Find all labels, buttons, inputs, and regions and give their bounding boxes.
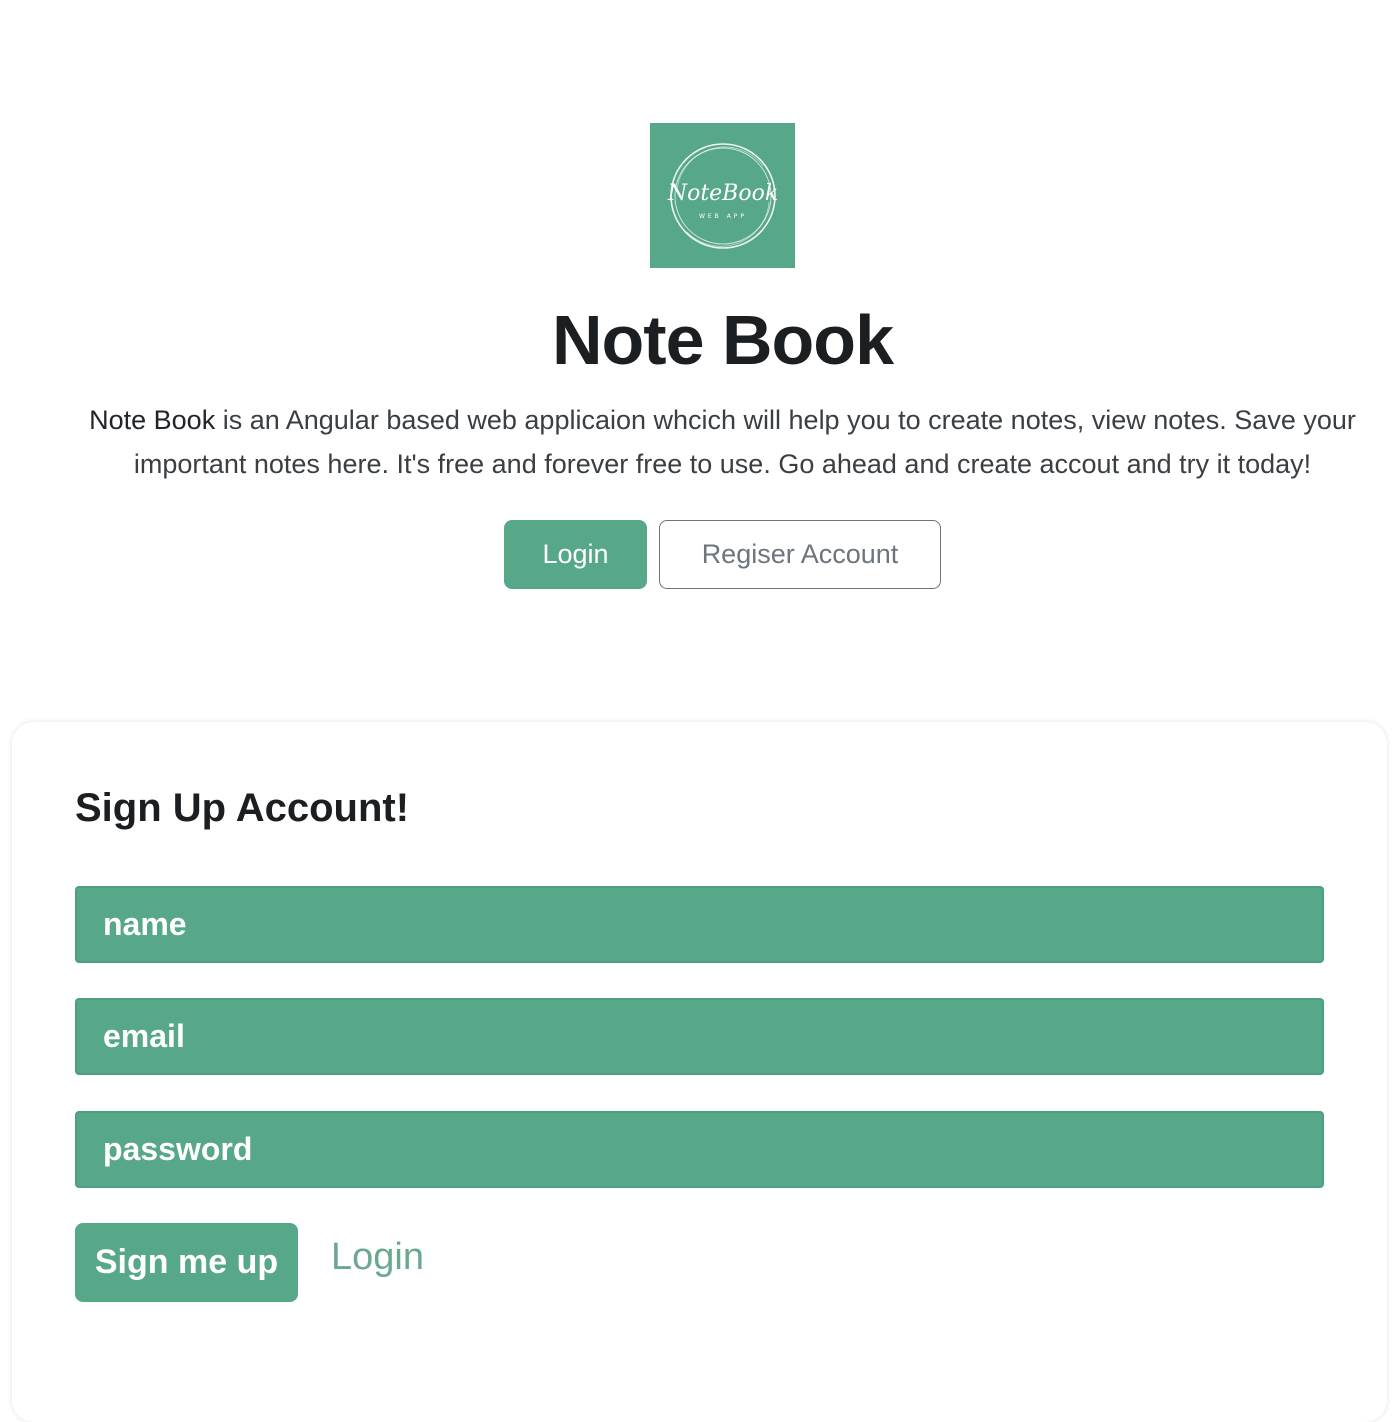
signup-card: Sign Up Account! Sign me up Login [12, 722, 1387, 1422]
register-account-button[interactable]: Regiser Account [659, 520, 941, 589]
logo-text: NoteBook [666, 181, 777, 206]
app-name-bold: Note Book [89, 405, 216, 435]
password-input[interactable] [75, 1111, 1324, 1188]
description-text: is an Angular based web applicaion whcic… [133, 405, 1356, 479]
logo-subtext: WEB APP [698, 213, 746, 220]
hero-actions: Login Regiser Account [504, 520, 941, 589]
login-button[interactable]: Login [504, 520, 647, 589]
notebook-logo-icon: NoteBook WEB APP [650, 123, 795, 268]
page-title: Note Book [552, 301, 894, 379]
login-link[interactable]: Login [331, 1236, 424, 1279]
signup-heading: Sign Up Account! [75, 786, 410, 830]
name-input[interactable] [75, 886, 1324, 963]
app-description: Note Book is an Angular based web applic… [40, 398, 1400, 486]
email-input[interactable] [75, 998, 1324, 1075]
sign-me-up-button[interactable]: Sign me up [75, 1223, 298, 1302]
